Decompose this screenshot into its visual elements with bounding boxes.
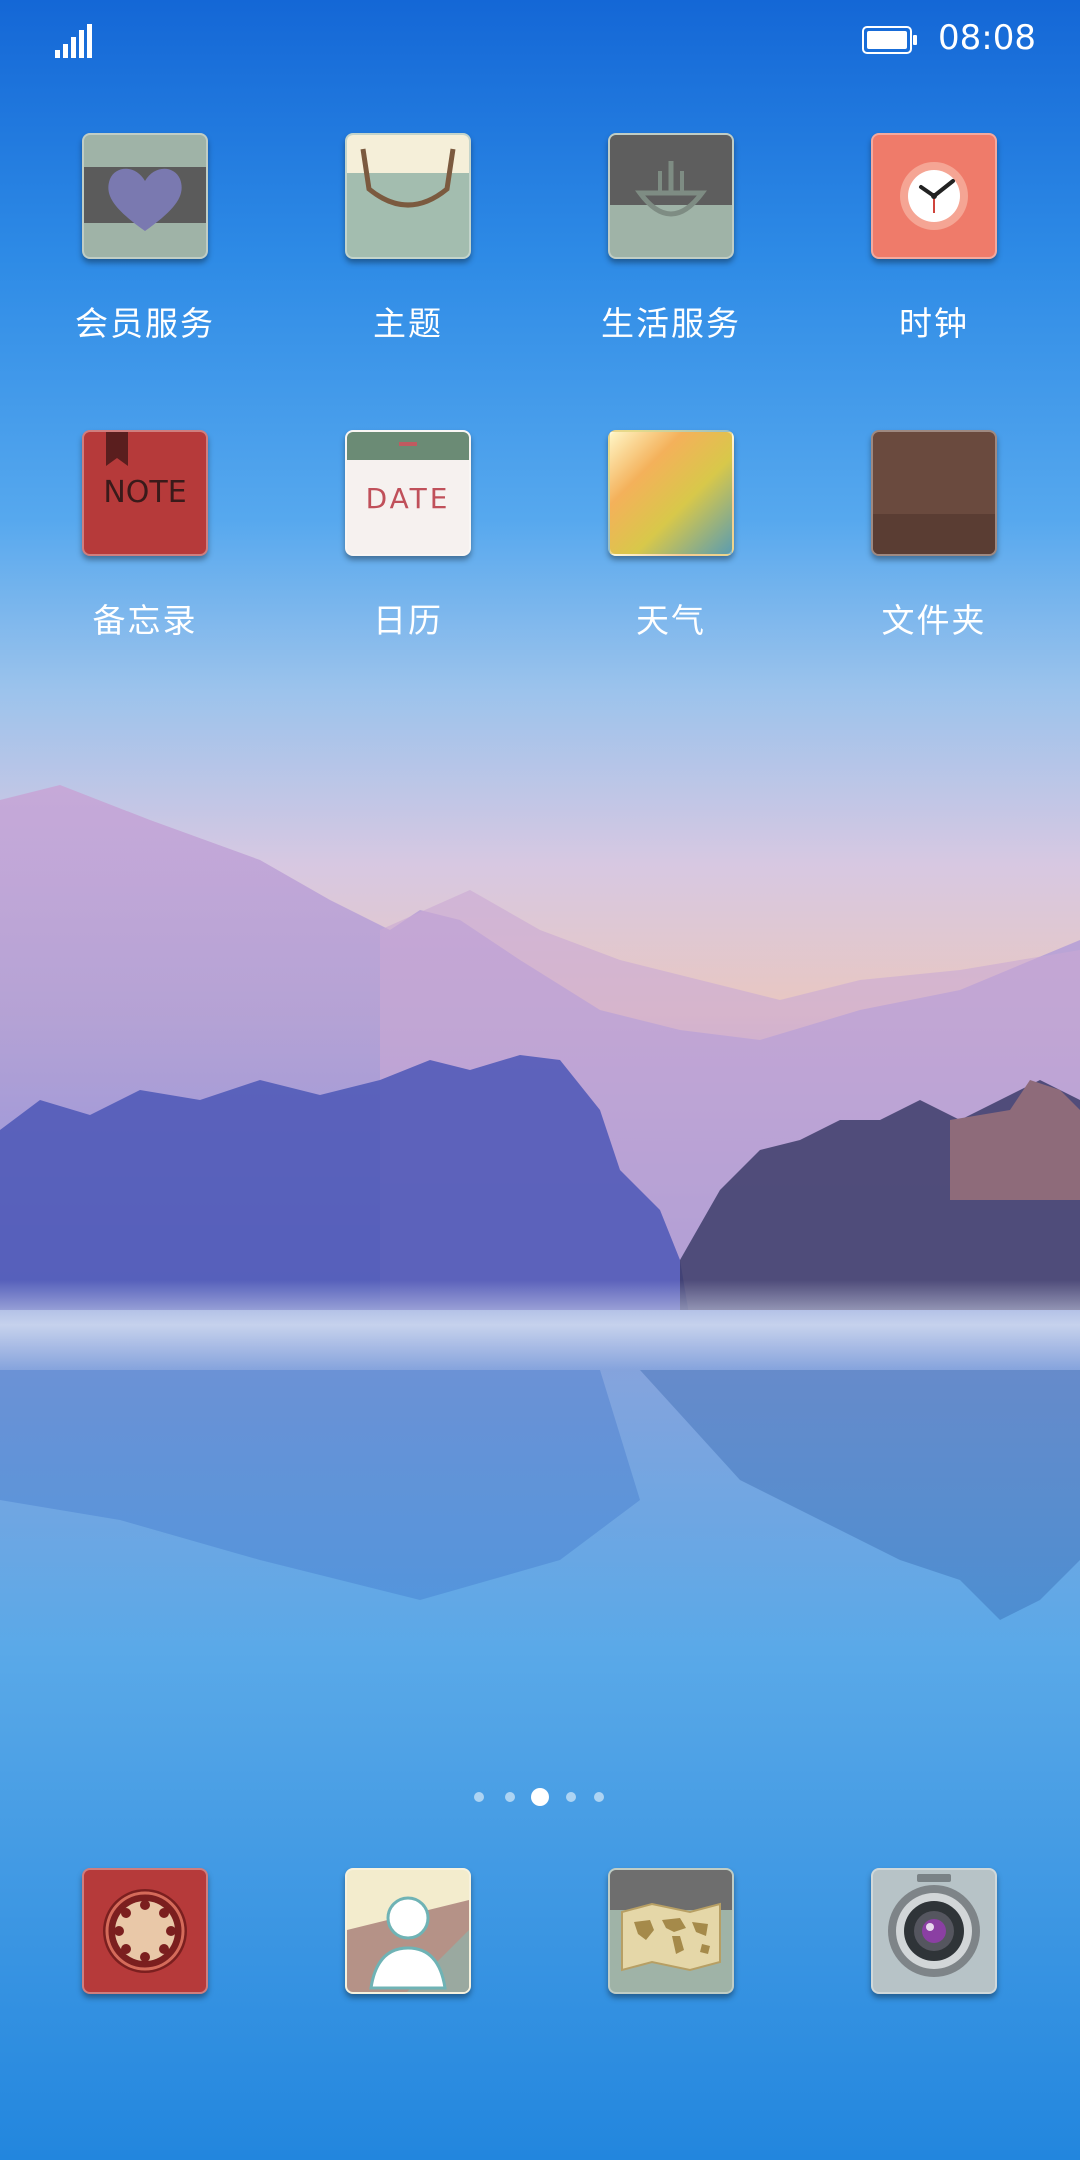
- note-icon: NOTE: [82, 430, 208, 556]
- page-dot-active[interactable]: [531, 1788, 549, 1806]
- heart-icon: [82, 133, 208, 259]
- app-phone[interactable]: [45, 1868, 245, 1994]
- plug-bowl-icon: [608, 133, 734, 259]
- app-label: 日历: [373, 601, 443, 640]
- calendar-icon: DATE: [345, 430, 471, 556]
- status-bar: 08:08: [0, 18, 1080, 78]
- app-label: 主题: [373, 304, 443, 343]
- app-maps[interactable]: [571, 1868, 771, 1994]
- status-time: 08:08: [938, 18, 1036, 58]
- app-folder[interactable]: 文件夹: [834, 430, 1034, 642]
- page-dot[interactable]: [594, 1792, 604, 1802]
- app-label: 天气: [636, 601, 706, 640]
- signal-icon: [55, 24, 92, 58]
- note-glyph: NOTE: [103, 475, 186, 510]
- camera-lens-icon: [871, 1868, 997, 1994]
- app-label: 备忘录: [92, 601, 198, 640]
- app-life-services[interactable]: 生活服务: [571, 133, 771, 345]
- app-label: 会员服务: [75, 304, 215, 343]
- app-label: 文件夹: [881, 601, 987, 640]
- app-clock[interactable]: 时钟: [834, 133, 1034, 345]
- battery-icon: [862, 26, 917, 54]
- sun-icon: [608, 430, 734, 556]
- app-label: 生活服务: [601, 304, 741, 343]
- app-label: 时钟: [899, 304, 969, 343]
- phone-dial-icon: [82, 1868, 208, 1994]
- app-weather[interactable]: 天气: [571, 430, 771, 642]
- shopping-bag-icon: [345, 133, 471, 259]
- date-glyph: DATE: [366, 482, 451, 515]
- contact-person-icon: [345, 1868, 471, 1994]
- app-calendar[interactable]: DATE 日历: [308, 430, 508, 642]
- app-themes[interactable]: 主题: [308, 133, 508, 345]
- app-camera[interactable]: [834, 1868, 1034, 1994]
- app-contacts[interactable]: [308, 1868, 508, 1994]
- folder-icon: [871, 430, 997, 556]
- page-dot[interactable]: [505, 1792, 515, 1802]
- page-indicator[interactable]: [0, 1788, 1080, 1808]
- app-notes[interactable]: NOTE 备忘录: [45, 430, 245, 642]
- page-dot[interactable]: [566, 1792, 576, 1802]
- world-map-icon: [608, 1868, 734, 1994]
- app-member-services[interactable]: 会员服务: [45, 133, 245, 345]
- clock-icon: [871, 133, 997, 259]
- page-dot[interactable]: [474, 1792, 484, 1802]
